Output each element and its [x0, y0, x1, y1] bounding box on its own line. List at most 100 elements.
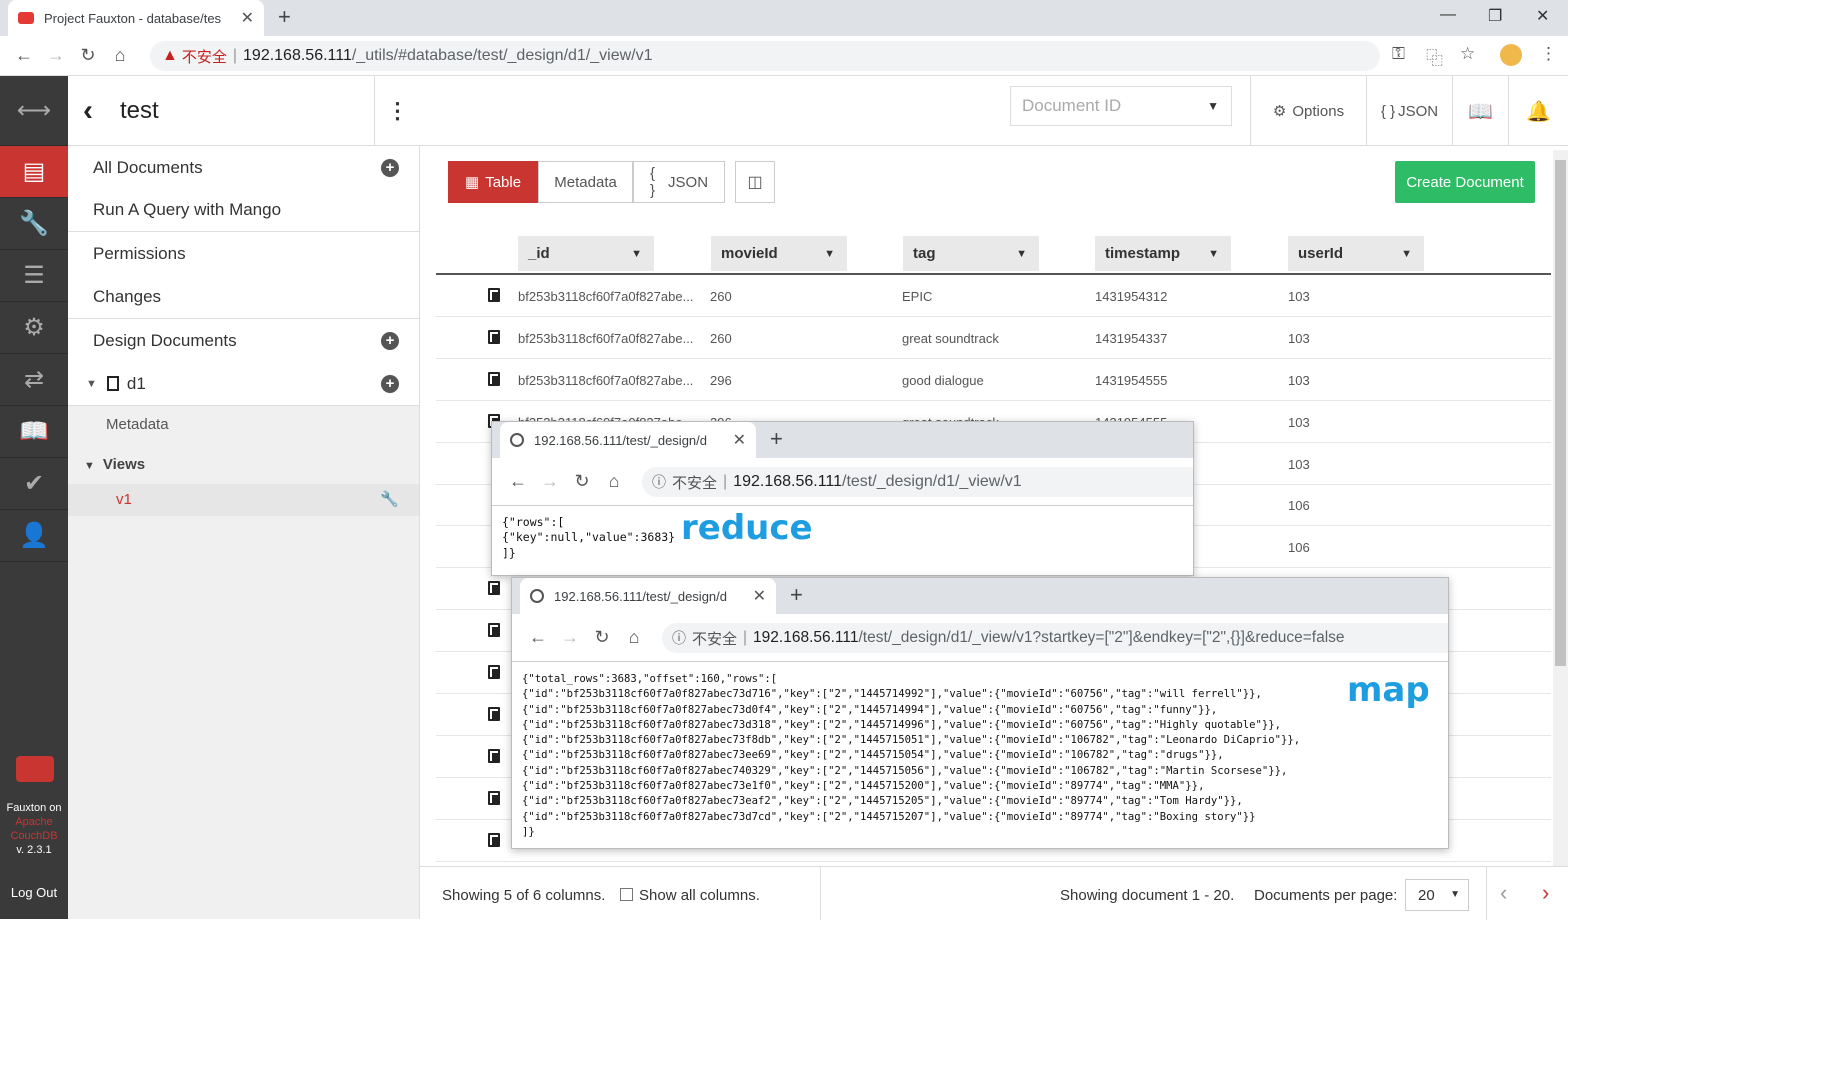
- minimize-icon[interactable]: —: [1440, 6, 1456, 24]
- close-tab-icon[interactable]: ✕: [753, 586, 766, 606]
- column-header-timestamp[interactable]: timestamp ▼: [1095, 236, 1231, 271]
- cell-userid: 106: [1288, 540, 1310, 555]
- wrench-icon[interactable]: 🔧: [380, 484, 399, 516]
- tab-json[interactable]: { } JSON: [633, 161, 726, 203]
- sidebar-views-section[interactable]: ▼ Views: [68, 456, 419, 473]
- profile-avatar[interactable]: [1500, 44, 1522, 66]
- show-all-columns-label[interactable]: Show all columns.: [639, 887, 760, 904]
- column-header-userid[interactable]: userId ▼: [1288, 236, 1424, 271]
- copy-icon[interactable]: [488, 288, 500, 302]
- sidebar-item-all-documents[interactable]: All Documents +: [68, 146, 419, 190]
- sidebar-item-mango[interactable]: Run A Query with Mango: [68, 188, 419, 232]
- copy-icon[interactable]: [488, 623, 500, 637]
- translate-icon[interactable]: ⿻: [1426, 44, 1443, 69]
- forward-arrow-icon[interactable]: →: [554, 627, 586, 648]
- json-api-button[interactable]: { } JSON: [1366, 76, 1452, 146]
- copy-icon[interactable]: [488, 581, 500, 595]
- previous-page-icon[interactable]: ‹: [1500, 880, 1507, 906]
- back-arrow-icon[interactable]: ←: [8, 45, 40, 66]
- user-icon[interactable]: 👤: [0, 510, 68, 562]
- home-icon[interactable]: ⌂: [618, 627, 650, 648]
- column-header-id[interactable]: _id ▼: [518, 236, 654, 271]
- bell-icon[interactable]: 🔔: [1508, 76, 1568, 146]
- reduce-window-tab[interactable]: 192.168.56.111/test/_design/d ✕: [500, 422, 756, 458]
- close-tab-icon[interactable]: ✕: [733, 430, 746, 450]
- copy-icon[interactable]: [488, 833, 500, 847]
- copy-icon[interactable]: [488, 665, 500, 679]
- per-page-select[interactable]: 20 ▼: [1405, 879, 1469, 911]
- copy-icon[interactable]: [488, 330, 500, 344]
- scrollbar-thumb[interactable]: [1555, 160, 1566, 666]
- tab-metadata[interactable]: Metadata: [538, 161, 634, 203]
- documentation-book-icon[interactable]: 📖: [0, 406, 68, 458]
- verify-check-icon[interactable]: ✔: [0, 458, 68, 510]
- show-all-columns-checkbox[interactable]: [620, 888, 633, 901]
- column-header-movieid[interactable]: movieId ▼: [711, 236, 847, 271]
- copy-icon[interactable]: [488, 791, 500, 805]
- add-document-icon[interactable]: +: [381, 158, 399, 177]
- reload-icon[interactable]: ↻: [566, 471, 598, 492]
- map-window-tab[interactable]: 192.168.56.111/test/_design/d ✕: [520, 578, 776, 614]
- home-icon[interactable]: ⌂: [104, 45, 136, 66]
- tab-label: JSON: [668, 173, 709, 191]
- home-icon[interactable]: ⌂: [598, 471, 630, 492]
- reload-icon[interactable]: ↻: [72, 45, 104, 66]
- reload-icon[interactable]: ↻: [586, 627, 618, 648]
- sidebar-item-metadata[interactable]: Metadata: [68, 416, 419, 433]
- sidebar-item-changes[interactable]: Changes: [68, 275, 419, 319]
- tab-table[interactable]: ▦ Table: [448, 161, 539, 203]
- active-tasks-icon[interactable]: ☰: [0, 250, 68, 302]
- back-arrow-icon[interactable]: ←: [502, 471, 534, 492]
- table-row[interactable]: bf253b3118cf60f7a0f827abe... 260 great sou…: [436, 317, 1551, 359]
- forward-arrow-icon[interactable]: →: [40, 45, 72, 66]
- map-window-address-bar[interactable]: ⓘ 不安全 | 192.168.56.111/test/_design/d1/_v…: [662, 623, 1448, 653]
- gear-icon[interactable]: ⚙: [0, 302, 68, 354]
- document-id-search[interactable]: Document ID ▼: [1010, 86, 1232, 126]
- sidebar-item-view-v1[interactable]: v1 🔧: [68, 484, 419, 516]
- close-tab-icon[interactable]: ✕: [241, 8, 254, 28]
- menu-dots-icon[interactable]: ⋮: [1540, 44, 1557, 64]
- add-design-doc-icon[interactable]: +: [381, 331, 399, 350]
- table-row[interactable]: bf253b3118cf60f7a0f827abe... 296 good dial…: [436, 359, 1551, 401]
- options-button[interactable]: ⚙ Options: [1250, 76, 1366, 146]
- new-tab-button[interactable]: +: [278, 4, 291, 30]
- table-icon: ▦: [465, 174, 480, 191]
- next-page-icon[interactable]: ›: [1542, 880, 1549, 906]
- reduce-window-address-bar[interactable]: ⓘ 不安全 | 192.168.56.111/test/_design/d1/_v…: [642, 467, 1193, 497]
- maximize-icon[interactable]: ❐: [1488, 6, 1502, 26]
- star-icon[interactable]: ☆: [1460, 44, 1475, 64]
- copy-icon[interactable]: [488, 707, 500, 721]
- add-view-icon[interactable]: +: [381, 374, 399, 393]
- url-path: /_utils/#database/test/_design/d1/_view/…: [351, 47, 653, 64]
- create-document-button[interactable]: Create Document: [1395, 161, 1535, 203]
- browser-tab[interactable]: Project Fauxton - database/tes ✕: [8, 0, 264, 36]
- key-icon[interactable]: ⚿: [1392, 44, 1405, 64]
- table-row[interactable]: bf253b3118cf60f7a0f827abe... 260 EPIC 14319…: [436, 275, 1551, 317]
- address-bar[interactable]: ▲ 不安全 | 192.168.56.111/_utils/#database/…: [150, 41, 1380, 71]
- documentation-book-icon[interactable]: 📖: [1452, 76, 1508, 146]
- url-host: 192.168.56.111: [753, 629, 859, 646]
- new-tab-button[interactable]: +: [790, 582, 803, 608]
- databases-icon[interactable]: ▤: [0, 146, 68, 198]
- tab-label: Metadata: [554, 173, 617, 191]
- db-menu-icon[interactable]: ⋮: [374, 75, 420, 146]
- cell-movieid: 260: [710, 331, 732, 346]
- new-tab-button[interactable]: +: [770, 426, 783, 452]
- wrench-icon[interactable]: 🔧: [0, 198, 68, 250]
- options-label: Options: [1292, 102, 1345, 120]
- sidebar-item-ddoc-d1[interactable]: ▼ d1 +: [68, 362, 419, 406]
- replication-icon[interactable]: ⇄: [0, 354, 68, 406]
- close-window-icon[interactable]: ✕: [1536, 6, 1549, 26]
- logout-link[interactable]: Log Out: [0, 885, 68, 900]
- back-chevron-icon[interactable]: ‹: [68, 94, 108, 128]
- collapse-arrows-icon[interactable]: ⟷: [0, 76, 68, 146]
- sidebar-item-design-documents[interactable]: Design Documents +: [68, 319, 419, 363]
- back-arrow-icon[interactable]: ←: [522, 627, 554, 648]
- table-view-toggle-icon[interactable]: ◫: [735, 161, 775, 203]
- column-header-tag[interactable]: tag ▼: [903, 236, 1039, 271]
- forward-arrow-icon[interactable]: →: [534, 471, 566, 492]
- copy-icon[interactable]: [488, 749, 500, 763]
- copy-icon[interactable]: [488, 372, 500, 386]
- sidebar-item-permissions[interactable]: Permissions: [68, 232, 419, 276]
- brand-version: v. 2.3.1: [16, 844, 52, 856]
